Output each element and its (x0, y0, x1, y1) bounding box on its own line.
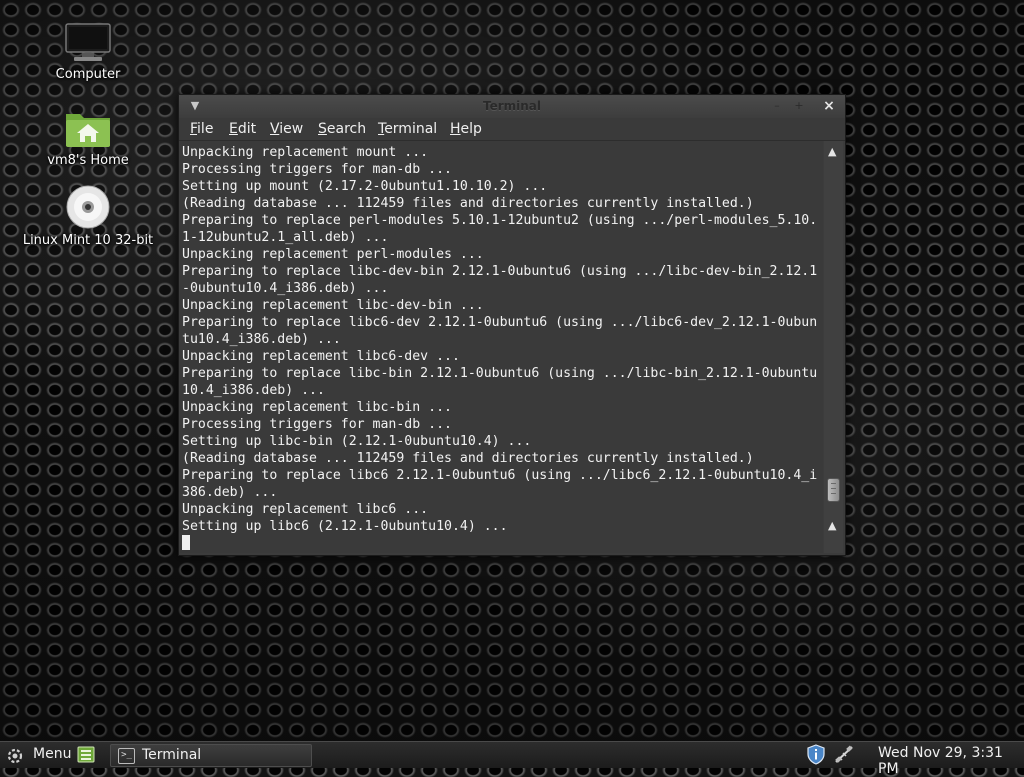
desktop-icon-label: Linux Mint 10 32-bit (22, 233, 154, 248)
terminal-line: 1-12ubuntu2.1_all.deb) ... (182, 230, 389, 245)
taskbar-panel: Menu >_ Terminal Wed Nov 29, 3:31 PM (0, 741, 1024, 777)
taskbar-item-terminal[interactable]: >_ Terminal (110, 744, 312, 767)
network-icon[interactable] (833, 744, 855, 765)
terminal-line: Preparing to replace libc6 2.12.1-0ubunt… (182, 468, 818, 483)
terminal-line: Preparing to replace perl-modules 5.10.1… (182, 213, 818, 228)
disc-icon (66, 185, 110, 229)
text-cursor (182, 535, 190, 550)
scroll-down-icon[interactable]: ▲ (828, 519, 836, 532)
terminal-line: Preparing to replace libc6-dev 2.12.1-0u… (182, 315, 818, 330)
terminal-line: (Reading database ... 112459 files and d… (182, 196, 754, 211)
minimize-button[interactable]: – (769, 98, 785, 114)
desktop-icon-home[interactable]: vm8's Home (18, 106, 158, 168)
terminal-line: Unpacking replacement mount ... (182, 145, 429, 160)
terminal-window: ▼ Terminal – + × File Edit View Search T… (178, 94, 846, 556)
terminal-line: -0ubuntu10.4_i386.deb) ... (182, 281, 389, 296)
terminal-icon: >_ (118, 748, 135, 764)
scrollbar-thumb[interactable] (827, 478, 840, 503)
terminal-line: Setting up libc-bin (2.12.1-0ubuntu10.4)… (182, 434, 532, 449)
menu-label: Menu (33, 746, 72, 762)
close-button[interactable]: × (821, 98, 837, 114)
computer-icon (65, 23, 111, 61)
desktop-icon-label: vm8's Home (47, 153, 129, 168)
menu-view[interactable]: View (270, 121, 303, 137)
terminal-line: 10.4_i386.deb) ... (182, 383, 325, 398)
scrollbar[interactable]: ▲ ▲ (824, 141, 843, 553)
terminal-line: Preparing to replace libc-dev-bin 2.12.1… (182, 264, 818, 279)
clock[interactable]: Wed Nov 29, 3:31 PM (878, 745, 1024, 777)
menu-edit[interactable]: Edit (229, 121, 256, 137)
terminal-line: Preparing to replace libc-bin 2.12.1-0ub… (182, 366, 818, 381)
desktop-icon-label: Computer (55, 67, 121, 82)
menu-search[interactable]: Search (318, 121, 366, 137)
desktop-icon-disc[interactable]: Linux Mint 10 32-bit (18, 184, 158, 248)
terminal-output[interactable]: Unpacking replacement mount ... Processin… (180, 141, 823, 553)
terminal-line: Processing triggers for man-db ... (182, 162, 452, 177)
terminal-line: 386.deb) ... (182, 485, 278, 500)
terminal-line: Processing triggers for man-db ... (182, 417, 452, 432)
terminal-line: Unpacking replacement libc6 ... (182, 502, 429, 517)
terminal-line: Unpacking replacement libc-bin ... (182, 400, 452, 415)
mint-menu-icon (7, 748, 23, 764)
scroll-up-icon[interactable]: ▲ (828, 145, 836, 158)
window-titlebar[interactable]: ▼ Terminal – + × (179, 95, 845, 118)
update-shield-icon[interactable] (806, 744, 826, 765)
terminal-prompt-line (182, 535, 817, 552)
maximize-button[interactable]: + (791, 98, 807, 114)
terminal-line: (Reading database ... 112459 files and d… (182, 451, 754, 466)
terminal-line: Setting up mount (2.17.2-0ubuntu1.10.10.… (182, 179, 548, 194)
taskbar-item-label: Terminal (142, 747, 202, 763)
show-desktop-icon[interactable] (77, 746, 95, 763)
menu-bar: File Edit View Search Terminal Help (179, 118, 845, 141)
terminal-line: Unpacking replacement libc-dev-bin ... (182, 298, 484, 313)
terminal-line: Setting up libc6 (2.12.1-0ubuntu10.4) ..… (182, 519, 508, 534)
terminal-line: tu10.4_i386.deb) ... (182, 332, 341, 347)
home-folder-icon (66, 114, 110, 147)
menu-terminal[interactable]: Terminal (378, 121, 437, 137)
terminal-line: Unpacking replacement perl-modules ... (182, 247, 484, 262)
desktop-icon-computer[interactable]: Computer (18, 22, 158, 82)
menu-help[interactable]: Help (450, 121, 482, 137)
window-title: Terminal (482, 99, 542, 113)
menu-file[interactable]: File (190, 121, 213, 137)
terminal-line: Unpacking replacement libc6-dev ... (182, 349, 460, 364)
